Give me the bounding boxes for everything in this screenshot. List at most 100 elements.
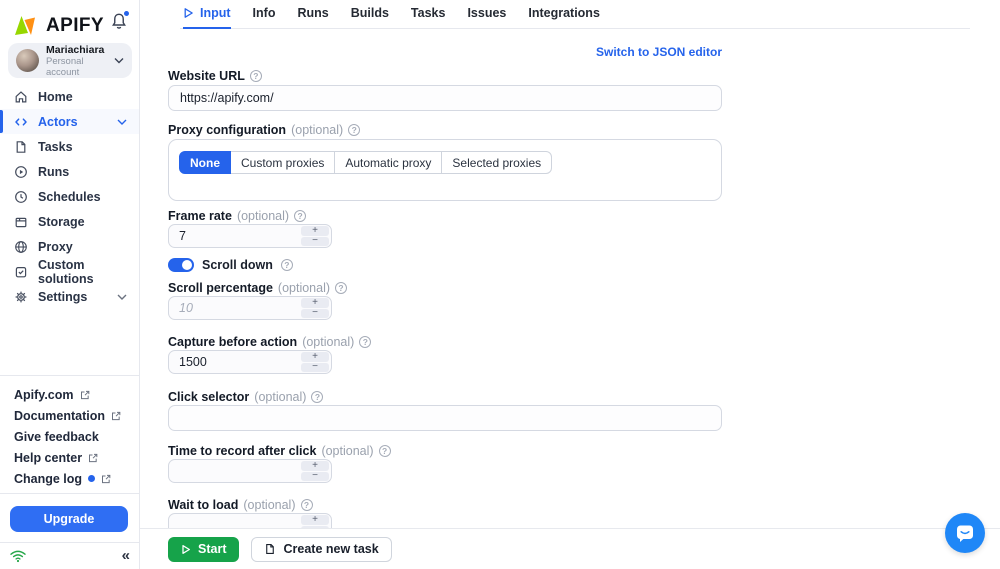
gear-icon <box>14 290 28 304</box>
external-link-icon <box>80 390 89 399</box>
scroll-percentage-field: + − <box>168 296 332 320</box>
box-check-icon <box>14 265 28 279</box>
capture-before-action-label: Capture before action (optional) <box>168 334 722 349</box>
proxy-configuration-label: Proxy configuration (optional) <box>168 122 722 137</box>
changelog-notification-dot <box>88 475 96 482</box>
notification-dot <box>123 10 130 17</box>
time-to-record-field: + − <box>168 459 332 483</box>
proxy-option-custom-proxies[interactable]: Custom proxies <box>230 151 336 174</box>
avatar <box>16 49 39 72</box>
account-switcher[interactable]: Mariachiara Personal account <box>8 43 132 78</box>
chat-widget-button[interactable] <box>945 513 985 553</box>
help-icon[interactable] <box>249 69 262 82</box>
collapse-sidebar-icon[interactable] <box>122 547 130 564</box>
time-to-record-label: Time to record after click (optional) <box>168 443 722 458</box>
scroll-percentage-label: Scroll percentage (optional) <box>168 280 722 295</box>
wait-to-load-label: Wait to load (optional) <box>168 497 722 512</box>
input-form: Switch to JSON editor Website URL Proxy … <box>168 29 722 537</box>
click-selector-input[interactable] <box>168 405 722 431</box>
help-icon[interactable] <box>335 281 348 294</box>
link-change-log[interactable]: Change log <box>14 468 133 489</box>
logo-text: APIFY <box>46 15 104 36</box>
sidebar-item-home[interactable]: Home <box>0 84 139 109</box>
decrement-button[interactable]: − <box>301 236 329 246</box>
start-button[interactable]: Start <box>168 536 240 562</box>
link-documentation[interactable]: Documentation <box>14 405 133 426</box>
decrement-button[interactable]: − <box>301 362 329 372</box>
tab-integrations[interactable]: Integrations <box>528 0 600 29</box>
tab-info[interactable]: Info <box>253 0 276 29</box>
globe-icon <box>14 240 28 254</box>
tab-issues[interactable]: Issues <box>467 0 506 29</box>
increment-button[interactable]: + <box>301 515 329 525</box>
run-bar: Start Create new task <box>140 528 1000 569</box>
account-type: Personal account <box>46 55 84 78</box>
increment-button[interactable]: + <box>301 298 329 308</box>
link-apify-com[interactable]: Apify.com <box>14 384 133 405</box>
proxy-option-automatic-proxy[interactable]: Automatic proxy <box>334 151 443 174</box>
sidebar-item-actors[interactable]: Actors <box>0 109 139 134</box>
document-icon <box>266 543 275 555</box>
proxy-option-selected-proxies[interactable]: Selected proxies <box>441 151 553 174</box>
help-icon[interactable] <box>378 444 391 457</box>
sidebar-item-storage[interactable]: Storage <box>0 209 139 234</box>
sidebar-item-tasks[interactable]: Tasks <box>0 134 139 159</box>
capture-before-action-field: + − <box>168 350 332 374</box>
decrement-button[interactable]: − <box>301 471 329 481</box>
sidebar-item-proxy[interactable]: Proxy <box>0 234 139 259</box>
wifi-status-icon <box>10 550 26 563</box>
proxy-configuration-box: None Custom proxies Automatic proxy Sele… <box>168 139 722 201</box>
external-link-icon <box>102 474 111 483</box>
play-icon <box>182 544 190 554</box>
sidebar-item-settings[interactable]: Settings <box>0 284 139 309</box>
sidebar-nav: Home Actors Tasks Runs Schedules Storage… <box>0 84 139 309</box>
notifications-button[interactable] <box>110 10 130 31</box>
apify-logo-icon <box>15 16 35 35</box>
sidebar-links: Apify.com Documentation Give feedback He… <box>14 384 133 489</box>
help-icon[interactable] <box>311 390 324 403</box>
help-icon[interactable] <box>359 335 372 348</box>
upgrade-button[interactable]: Upgrade <box>10 506 128 532</box>
sidebar-item-runs[interactable]: Runs <box>0 159 139 184</box>
toggle-knob <box>182 260 192 270</box>
play-circle-icon <box>14 165 28 179</box>
create-new-task-button[interactable]: Create new task <box>251 536 392 562</box>
help-icon[interactable] <box>348 123 361 136</box>
increment-button[interactable]: + <box>301 352 329 362</box>
scroll-down-row: Scroll down <box>168 258 722 272</box>
tab-input[interactable]: Input <box>183 0 231 29</box>
scroll-down-toggle[interactable] <box>168 258 194 272</box>
link-give-feedback[interactable]: Give feedback <box>14 426 133 447</box>
sidebar-item-schedules[interactable]: Schedules <box>0 184 139 209</box>
decrement-button[interactable]: − <box>301 308 329 318</box>
proxy-option-none[interactable]: None <box>179 151 231 174</box>
help-icon[interactable] <box>300 498 313 511</box>
help-icon[interactable] <box>280 259 293 271</box>
sidebar-divider <box>0 493 139 494</box>
tab-tasks[interactable]: Tasks <box>411 0 446 29</box>
chevron-down-icon <box>114 58 124 64</box>
tab-builds[interactable]: Builds <box>351 0 389 29</box>
tab-bar: Input Info Runs Builds Tasks Issues Inte… <box>140 0 1000 29</box>
main-panel: Input Info Runs Builds Tasks Issues Inte… <box>140 0 1000 569</box>
chevron-down-icon <box>117 118 127 125</box>
apify-console: APIFY Mariachiara Personal account Home … <box>0 0 1000 569</box>
increment-button[interactable]: + <box>301 226 329 236</box>
sidebar-item-custom-solutions[interactable]: Custom solutions <box>0 258 139 286</box>
frame-rate-label: Frame rate (optional) <box>168 208 722 223</box>
home-icon <box>14 90 28 104</box>
external-link-icon <box>111 411 121 420</box>
account-name: Mariachiara <box>46 43 105 56</box>
frame-rate-field: + − <box>168 224 332 248</box>
proxy-segmented-control: None Custom proxies Automatic proxy Sele… <box>179 151 711 174</box>
sidebar: APIFY Mariachiara Personal account Home … <box>0 0 140 569</box>
switch-to-json-editor-link[interactable]: Switch to JSON editor <box>168 45 722 59</box>
increment-button[interactable]: + <box>301 461 329 471</box>
apify-logo[interactable]: APIFY <box>12 13 104 39</box>
link-help-center[interactable]: Help center <box>14 447 133 468</box>
sidebar-divider <box>0 375 139 376</box>
help-icon[interactable] <box>294 209 307 222</box>
tab-runs[interactable]: Runs <box>297 0 328 29</box>
chat-icon <box>957 525 973 542</box>
website-url-input[interactable] <box>168 85 722 111</box>
